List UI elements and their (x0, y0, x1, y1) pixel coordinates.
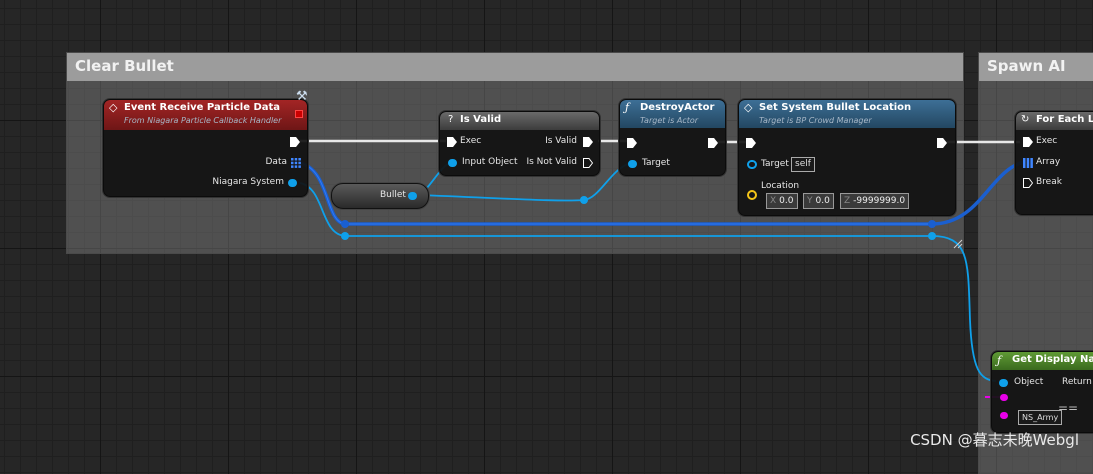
loop-icon: ↻ (1021, 114, 1030, 125)
object-pin[interactable] (999, 379, 1008, 387)
target-pin[interactable] (628, 160, 637, 168)
input-object-pin-label: Input Object (462, 157, 518, 167)
target-pin[interactable] (747, 160, 757, 169)
y-axis-label: Y (807, 196, 813, 206)
macro-question-icon: ? (448, 114, 454, 125)
node-title: For Each Lo (1036, 114, 1093, 125)
node-is-valid[interactable]: ? Is Valid Exec Is Valid Input Object Is… (439, 111, 600, 176)
node-set-system-bullet-location[interactable]: ◇ Set System Bullet Location Target is B… (738, 99, 956, 216)
equals-icon: == (1058, 401, 1079, 415)
string-pin[interactable] (1000, 412, 1008, 419)
bullet-variable-node[interactable]: Bullet (331, 183, 429, 209)
z-axis-label: Z (844, 196, 851, 206)
vector-pin[interactable] (747, 190, 757, 200)
ns-army-field[interactable]: NS_Army (1018, 410, 1063, 425)
function-icon: ƒ (625, 101, 630, 114)
input-object-pin[interactable] (448, 159, 457, 167)
exec-in-pin[interactable] (627, 138, 637, 148)
return-pin-label: Return V (1062, 377, 1093, 387)
exec-in-pin[interactable] (1023, 137, 1033, 147)
function-icon: ƒ (997, 354, 1002, 367)
exec-out-pin[interactable] (937, 138, 947, 148)
reroute-knot (580, 196, 588, 204)
is-valid-pin-label: Is Valid (545, 136, 577, 146)
target-pin-label: Target (761, 159, 789, 169)
blueprint-marker-icon: ⚒ (296, 89, 308, 104)
event-call-diamond-icon: ◇ (744, 101, 753, 114)
exec-in-pin[interactable] (447, 137, 457, 147)
node-subtitle: From Niagara Particle Callback Handler (124, 116, 282, 125)
target-self-field[interactable]: self (791, 157, 815, 172)
exec-pin-label: Exec (460, 136, 482, 146)
object-pin-label: Object (1014, 377, 1044, 387)
break-pin-label: Break (1036, 177, 1062, 187)
node-title: DestroyActor (640, 102, 715, 113)
bullet-out-pin[interactable] (408, 192, 417, 200)
is-valid-exec-pin[interactable] (583, 137, 593, 147)
exec-out-pin[interactable] (708, 138, 718, 148)
z-value: -9999999.0 (853, 196, 906, 206)
string-pin[interactable] (1000, 394, 1008, 401)
node-title: Set System Bullet Location (759, 102, 912, 113)
location-pin-label: Location (761, 181, 800, 191)
reroute-knot (341, 232, 349, 240)
niagara-system-pin[interactable] (288, 179, 297, 187)
node-title: Get Display Name (1012, 354, 1093, 365)
node-for-each-loop[interactable]: ↻ For Each Lo Exec Array Break (1015, 111, 1093, 215)
is-not-valid-pin-label: Is Not Valid (526, 157, 577, 167)
node-title: Event Receive Particle Data (124, 102, 281, 113)
array-pin-icon[interactable] (1023, 158, 1033, 168)
red-pin-icon (295, 110, 303, 118)
niagara-system-pin-label: Niagara System (212, 177, 284, 187)
array-pin-icon[interactable] (291, 158, 301, 168)
is-not-valid-exec-pin[interactable] (583, 158, 593, 168)
exec-in-pin[interactable] (746, 138, 756, 148)
target-pin-label: Target (642, 158, 670, 168)
location-z-field[interactable]: Z -9999999.0 (840, 193, 910, 209)
event-diamond-icon: ◇ (109, 101, 118, 114)
reroute-knot (928, 232, 936, 240)
node-subtitle: Target is Actor (640, 116, 699, 125)
location-y-field[interactable]: Y 0.0 (803, 193, 834, 209)
node-event-receive-particle-data[interactable]: ◇ Event Receive Particle Data From Niaga… (103, 99, 308, 197)
exec-out-pin[interactable] (290, 137, 300, 147)
node-get-display-name[interactable]: ƒ Get Display Name Object Return V NS_Ar… (991, 351, 1093, 433)
wires (299, 139, 1025, 398)
x-axis-label: X (770, 196, 777, 206)
node-title: Is Valid (460, 114, 502, 125)
x-value: 0.0 (779, 196, 794, 206)
node-subtitle: Target is BP Crowd Manager (759, 116, 872, 125)
reroute-knot (341, 220, 349, 228)
variable-label: Bullet (380, 190, 406, 200)
watermark-text: CSDN @暮志未晚Webgl (910, 431, 1079, 449)
data-pin-label: Data (265, 157, 288, 167)
break-exec-pin[interactable] (1023, 178, 1033, 188)
array-pin-label: Array (1036, 157, 1061, 167)
reroute-knot (928, 220, 936, 228)
node-destroy-actor[interactable]: ƒ DestroyActor Target is Actor Target (619, 99, 726, 176)
location-x-field[interactable]: X 0.0 (766, 193, 798, 209)
y-value: 0.0 (815, 196, 830, 206)
exec-pin-label: Exec (1036, 136, 1058, 146)
